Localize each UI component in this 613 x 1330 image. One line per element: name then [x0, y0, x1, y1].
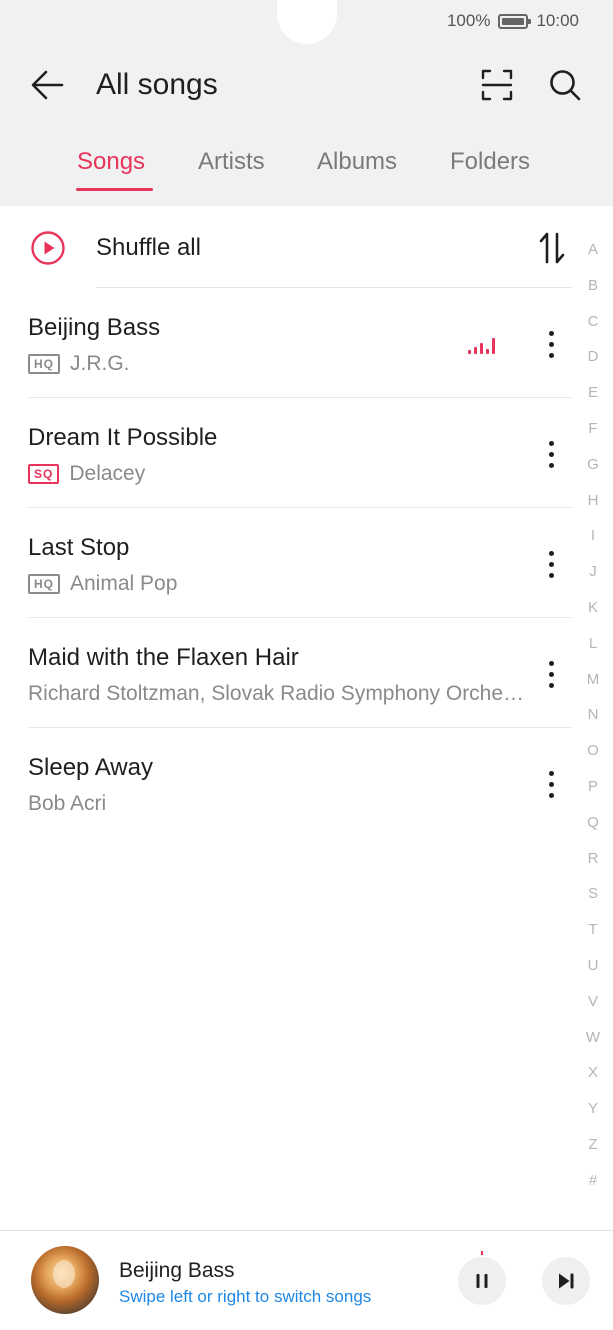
- song-subtitle: Richard Stoltzman, Slovak Radio Symphony…: [28, 682, 530, 706]
- tab-bar: Songs Artists Albums Folders: [0, 148, 613, 194]
- song-title: Beijing Bass: [28, 314, 161, 341]
- index-letter[interactable]: X: [588, 1055, 598, 1091]
- index-letter[interactable]: H: [588, 483, 599, 519]
- song-title: Last Stop: [28, 534, 130, 561]
- song-row[interactable]: Dream It Possible SQ Delacey: [0, 398, 575, 508]
- shuffle-all-label: Shuffle all: [96, 234, 201, 261]
- song-subtitle: SQ Delacey: [28, 462, 145, 486]
- index-letter[interactable]: B: [588, 268, 598, 304]
- index-letter[interactable]: #: [589, 1163, 597, 1199]
- song-title: Maid with the Flaxen Hair: [28, 644, 299, 671]
- tab-artists[interactable]: Artists: [198, 148, 265, 176]
- index-letter[interactable]: W: [586, 1020, 600, 1056]
- tab-folders[interactable]: Folders: [450, 148, 530, 176]
- alphabet-index[interactable]: A B C D E F G H I J K L M N O P Q R S T …: [580, 232, 606, 1199]
- song-artist: J.R.G.: [70, 352, 130, 375]
- quality-badge: HQ: [28, 354, 60, 374]
- battery-percent: 100%: [446, 11, 491, 30]
- index-letter[interactable]: D: [588, 339, 599, 375]
- quality-badge: SQ: [28, 464, 60, 484]
- pause-icon: [476, 1274, 488, 1288]
- playing-bars-icon: [468, 336, 496, 354]
- scan-icon: [481, 69, 513, 101]
- song-subtitle: HQ J.R.G.: [28, 352, 130, 376]
- skip-next-icon: [559, 1273, 574, 1289]
- page-title: All songs: [96, 68, 218, 101]
- now-playing-title: Beijing Bass: [119, 1259, 235, 1282]
- back-button[interactable]: [26, 64, 68, 106]
- clock: 10:00: [536, 11, 579, 30]
- song-artist: Bob Acri: [28, 792, 107, 815]
- index-letter[interactable]: E: [588, 375, 598, 411]
- song-row[interactable]: Beijing Bass HQ J.R.G.: [0, 288, 575, 398]
- index-letter[interactable]: Q: [587, 805, 599, 841]
- song-artist: Delacey: [69, 462, 146, 485]
- pause-button[interactable]: [458, 1257, 506, 1305]
- index-letter[interactable]: O: [587, 733, 599, 769]
- search-button[interactable]: [544, 64, 586, 106]
- index-letter[interactable]: A: [588, 232, 598, 268]
- more-vert-icon[interactable]: [536, 544, 566, 584]
- top-area: 100% 10:00 All songs Songs Artists Album…: [0, 0, 613, 206]
- song-artist: Animal Pop: [70, 572, 178, 595]
- index-letter[interactable]: L: [589, 626, 597, 662]
- album-art[interactable]: [31, 1246, 99, 1314]
- more-vert-icon[interactable]: [536, 654, 566, 694]
- index-letter[interactable]: R: [588, 841, 599, 877]
- progress-indicator: [481, 1251, 483, 1255]
- song-row[interactable]: Sleep Away Bob Acri: [0, 728, 575, 838]
- index-letter[interactable]: K: [588, 590, 598, 626]
- index-letter[interactable]: P: [588, 769, 598, 805]
- sort-button[interactable]: [534, 226, 570, 270]
- camera-notch: [277, 0, 337, 44]
- song-artist: Richard Stoltzman, Slovak Radio Symphony…: [28, 682, 530, 705]
- index-letter[interactable]: Z: [588, 1127, 597, 1163]
- swipe-hint: Swipe left or right to switch songs: [119, 1287, 372, 1306]
- index-letter[interactable]: T: [588, 912, 597, 948]
- song-subtitle: Bob Acri: [28, 792, 106, 816]
- play-circle-icon: [31, 231, 65, 265]
- song-list: Beijing Bass HQ J.R.G. Dream It Possible…: [0, 288, 575, 838]
- index-letter[interactable]: M: [587, 662, 600, 698]
- quality-badge: HQ: [28, 574, 60, 594]
- index-letter[interactable]: U: [588, 948, 599, 984]
- index-letter[interactable]: S: [588, 876, 598, 912]
- more-vert-icon[interactable]: [536, 324, 566, 364]
- next-button[interactable]: [542, 1257, 590, 1305]
- index-letter[interactable]: Y: [588, 1091, 598, 1127]
- song-title: Sleep Away: [28, 754, 153, 781]
- index-letter[interactable]: G: [587, 447, 599, 483]
- index-letter[interactable]: V: [588, 984, 598, 1020]
- song-row[interactable]: Last Stop HQ Animal Pop: [0, 508, 575, 618]
- status-bar: 100% 10:00: [447, 8, 579, 34]
- back-arrow-icon: [31, 70, 64, 100]
- index-letter[interactable]: N: [588, 697, 599, 733]
- song-row[interactable]: Maid with the Flaxen Hair Richard Stoltz…: [0, 618, 575, 728]
- song-subtitle: HQ Animal Pop: [28, 572, 177, 596]
- index-letter[interactable]: F: [588, 411, 597, 447]
- more-vert-icon[interactable]: [536, 434, 566, 474]
- search-icon: [550, 70, 581, 101]
- sort-icon: [539, 232, 565, 264]
- index-letter[interactable]: J: [589, 554, 597, 590]
- song-title: Dream It Possible: [28, 424, 218, 451]
- battery-icon: [498, 13, 532, 29]
- active-tab-indicator: [76, 188, 153, 191]
- tab-songs[interactable]: Songs: [77, 148, 145, 176]
- mini-player[interactable]: Beijing Bass Swipe left or right to swit…: [0, 1231, 613, 1330]
- index-letter[interactable]: I: [591, 518, 595, 554]
- more-vert-icon[interactable]: [536, 764, 566, 804]
- app-header: All songs: [0, 60, 613, 110]
- tab-albums[interactable]: Albums: [317, 148, 397, 176]
- scan-button[interactable]: [476, 64, 518, 106]
- index-letter[interactable]: C: [588, 304, 599, 340]
- shuffle-all-row[interactable]: Shuffle all: [0, 222, 575, 278]
